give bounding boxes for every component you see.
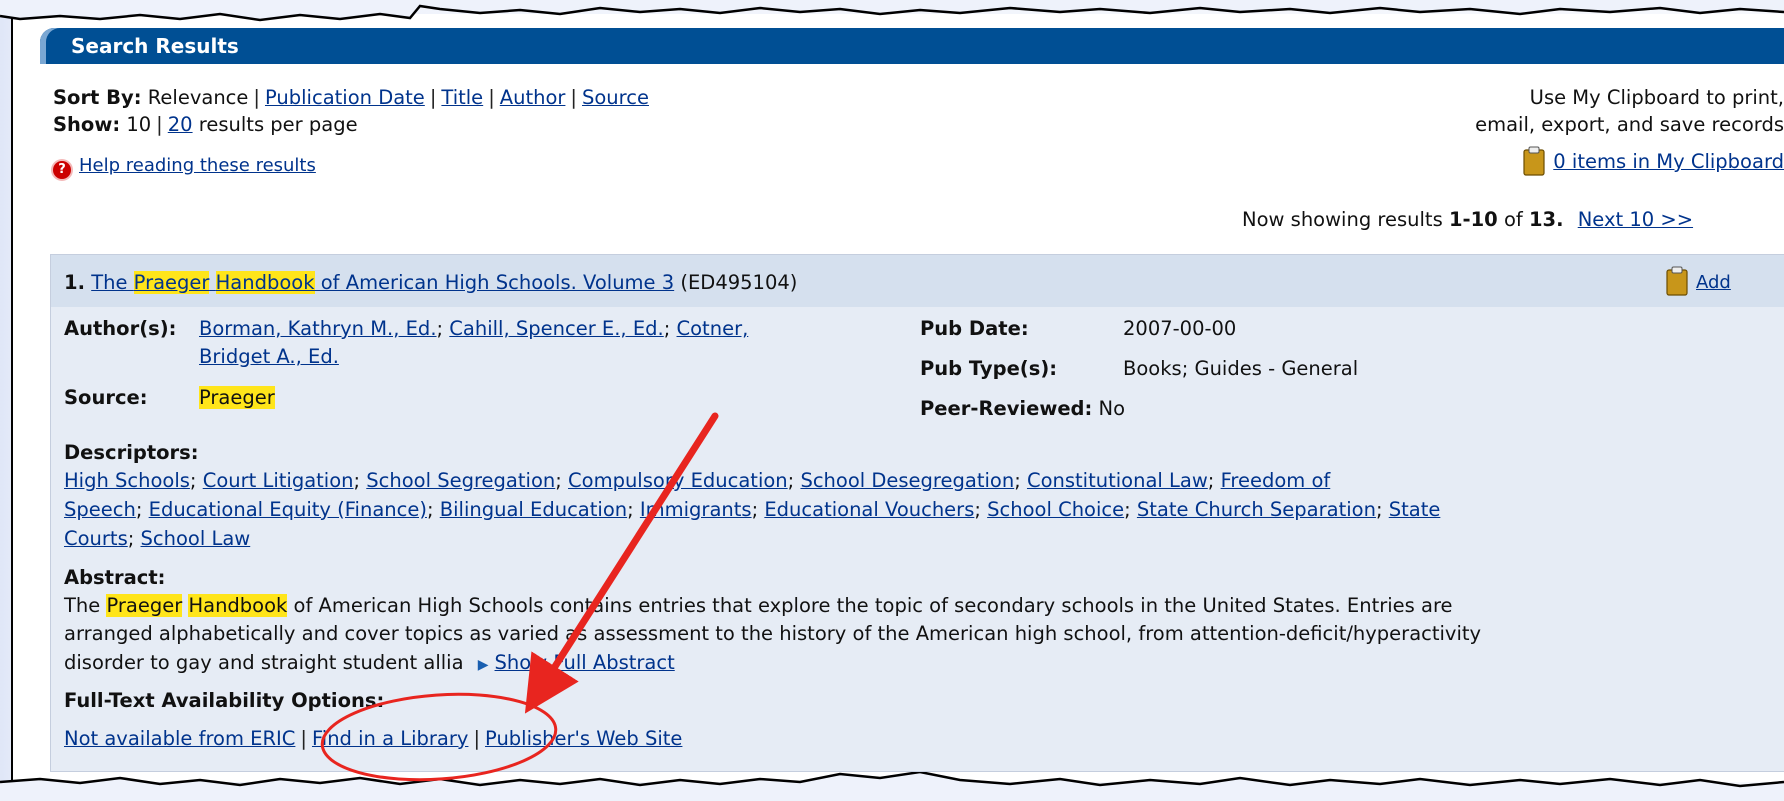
pagination-range: 1-10 — [1448, 208, 1498, 231]
publishers-web-site-link[interactable]: Publisher's Web Site — [485, 727, 682, 750]
pub-date-label: Pub Date: — [920, 317, 1029, 340]
find-in-library-link[interactable]: Find in a Library — [312, 727, 468, 750]
pagination-prefix: Now showing results — [1242, 208, 1443, 231]
sort-publication-date-link[interactable]: Publication Date — [265, 86, 425, 109]
descriptor-link[interactable]: Compulsory Education — [568, 469, 788, 492]
pub-date-value: 2007-00-00 — [1123, 317, 1237, 340]
show-20-link[interactable]: 20 — [168, 113, 193, 136]
help-question-icon: ? — [53, 161, 71, 179]
show-current: 10 — [126, 113, 152, 136]
sort-title-link[interactable]: Title — [441, 86, 483, 109]
show-label: Show: — [53, 113, 121, 136]
clipboard-icon — [1666, 266, 1688, 296]
next-page-link[interactable]: Next 10 >> — [1578, 208, 1693, 231]
pagination-of: of — [1503, 208, 1523, 231]
peer-reviewed-row: Peer-Reviewed: No — [920, 397, 1125, 420]
descriptor-link[interactable]: Court Litigation — [203, 469, 354, 492]
descriptor-link[interactable]: Educational Equity (Finance) — [149, 498, 427, 521]
author-link[interactable]: Bridget A., Ed. — [199, 345, 339, 368]
pub-type-value: Books; Guides - General — [1123, 357, 1359, 380]
peer-reviewed-label: Peer-Reviewed: — [920, 397, 1093, 420]
show-full-abstract-link[interactable]: Show Full Abstract — [495, 651, 675, 674]
descriptor-link[interactable]: State — [1389, 498, 1441, 521]
descriptor-link[interactable]: Immigrants — [640, 498, 752, 521]
record-number: 1. — [64, 271, 85, 294]
author-link[interactable]: Cahill, Spencer E., Ed. — [449, 317, 663, 340]
add-to-clipboard[interactable]: Add — [1666, 266, 1731, 296]
abstract-line2: arranged alphabetically and cover topics… — [64, 622, 1482, 645]
search-results-title: Search Results — [71, 34, 239, 58]
descriptors-line1: High Schools; Court Litigation; School S… — [64, 469, 1331, 492]
descriptor-link[interactable]: Courts — [64, 527, 128, 550]
search-results-header: Search Results — [40, 28, 1784, 64]
record-title-link[interactable]: The Praeger Handbook of American High Sc… — [91, 271, 674, 294]
highlight-term: Praeger — [106, 594, 183, 617]
descriptor-link[interactable]: Educational Vouchers — [764, 498, 974, 521]
help-reading-results-link[interactable]: Help reading these results — [79, 155, 316, 176]
descriptor-link[interactable]: Freedom of — [1221, 469, 1331, 492]
descriptor-link[interactable]: Speech — [64, 498, 136, 521]
descriptor-link[interactable]: School Choice — [987, 498, 1124, 521]
clipboard-count-link[interactable]: 0 items in My Clipboard — [1553, 150, 1784, 173]
peer-reviewed-value: No — [1098, 397, 1126, 420]
source-value: Praeger — [199, 386, 275, 409]
descriptors-label: Descriptors: — [64, 441, 199, 464]
abstract-line1: The Praeger Handbook of American High Sc… — [64, 594, 1453, 617]
clipboard-info-line1: Use My Clipboard to print, — [1529, 86, 1784, 109]
descriptor-link[interactable]: High Schools — [64, 469, 190, 492]
highlight-term: Praeger — [133, 271, 210, 294]
help-row: ? Help reading these results — [53, 155, 316, 179]
sort-by-row: Sort By: Relevance | Publication Date | Titl… — [53, 86, 649, 109]
results-per-page-row: Show: 10 | 20 results per page — [53, 113, 358, 136]
descriptor-link[interactable]: School Law — [141, 527, 251, 550]
pub-type-label: Pub Type(s): — [920, 357, 1058, 380]
sort-author-link[interactable]: Author — [500, 86, 566, 109]
pagination-row: Now showing results 1-10 of 13. Next 10 … — [1242, 208, 1693, 231]
not-available-from-eric-link[interactable]: Not available from ERIC — [64, 727, 295, 750]
abstract-label: Abstract: — [64, 566, 166, 589]
fulltext-links-row: Not available from ERIC | Find in a Librar… — [64, 727, 683, 750]
sort-current: Relevance — [147, 86, 249, 109]
authors-line2: Bridget A., Ed. — [199, 345, 339, 368]
expand-triangle-icon: ▶ — [477, 657, 489, 673]
highlight-term: Handbook — [215, 271, 315, 294]
descriptor-link[interactable]: State Church Separation — [1137, 498, 1376, 521]
add-link[interactable]: Add — [1696, 272, 1731, 293]
sort-source-link[interactable]: Source — [582, 86, 649, 109]
descriptors-line2: Speech; Educational Equity (Finance); Bi… — [64, 498, 1441, 521]
abstract-line3: disorder to gay and straight student all… — [64, 651, 675, 674]
record-title-row: 1. The Praeger Handbook of American High… — [64, 271, 797, 294]
descriptor-link[interactable]: Constitutional Law — [1027, 469, 1208, 492]
clipboard-row: 0 items in My Clipboard — [1523, 146, 1784, 176]
authors-line1: Borman, Kathryn M., Ed.; Cahill, Spencer… — [199, 317, 749, 340]
source-label: Source: — [64, 386, 148, 409]
descriptor-link[interactable]: School Desegregation — [800, 469, 1014, 492]
sort-by-label: Sort By: — [53, 86, 142, 109]
highlight-term: Handbook — [188, 594, 288, 617]
pagination-total: 13. — [1528, 208, 1564, 231]
authors-label: Author(s): — [64, 317, 177, 340]
descriptor-link[interactable]: Bilingual Education — [440, 498, 627, 521]
author-link[interactable]: Cotner, — [677, 317, 749, 340]
descriptor-link[interactable]: School Segregation — [366, 469, 555, 492]
show-suffix: results per page — [198, 113, 358, 136]
descriptors-line3: Courts; School Law — [64, 527, 251, 550]
clipboard-info-line2: email, export, and save records — [1475, 113, 1784, 136]
clipboard-icon — [1523, 146, 1545, 176]
author-link[interactable]: Borman, Kathryn M., Ed. — [199, 317, 437, 340]
fulltext-label: Full-Text Availability Options: — [64, 689, 385, 712]
record-id: (ED495104) — [680, 271, 798, 294]
